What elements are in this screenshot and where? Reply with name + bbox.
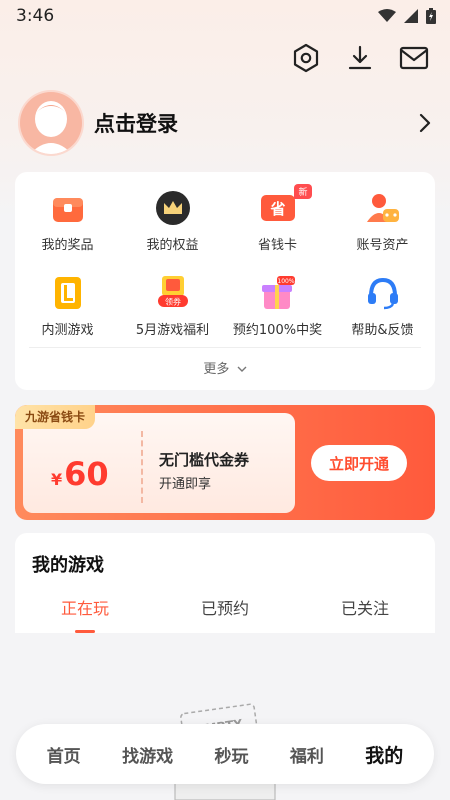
nav-instant-play[interactable]: 秒玩 [214, 742, 248, 767]
menu-item-label: 内测游戏 [41, 323, 94, 338]
games-tabs: 正在玩 已预约 已关注 [15, 595, 435, 633]
coupon-subtitle: 开通即享 [159, 477, 212, 492]
tab-followed[interactable]: 已关注 [295, 595, 435, 633]
menu-item-label: 我的奖品 [41, 238, 94, 253]
gift-box-icon: 100% [260, 275, 296, 311]
divider [29, 347, 421, 348]
chevron-down-icon [237, 366, 247, 372]
coupon-title: 无门槛代金券 [159, 451, 250, 469]
account-assets-icon [365, 190, 401, 226]
coupon-badge-text: 领券 [165, 297, 181, 307]
bottom-nav: 首页 找游戏 秒玩 福利 我的 [16, 724, 434, 784]
section-title: 我的游戏 [32, 555, 104, 576]
menu-item-label: 帮助&反馈 [351, 323, 414, 338]
nav-find-games[interactable]: 找游戏 [122, 742, 173, 767]
coupon-separator [141, 431, 143, 503]
prize-chest-icon [50, 190, 86, 226]
status-time: 3:46 [16, 6, 55, 26]
menu-item-label: 我的权益 [146, 238, 199, 253]
percent-badge-text: 100% [277, 278, 294, 285]
menu-item-save-card[interactable]: 省 新 省钱卡 [225, 184, 330, 275]
avatar[interactable] [20, 92, 82, 154]
menu-item-rights[interactable]: 我的权益 [120, 190, 225, 275]
default-avatar-icon [30, 101, 72, 154]
services-grid: 我的奖品 我的权益 省 新 省钱卡 账号资产 内测游戏 领券 5月游戏福利 10… [15, 172, 435, 360]
more-button[interactable]: 更多 [15, 358, 435, 377]
nav-mine[interactable]: 我的 [365, 741, 403, 768]
coupon-value: 60 [64, 455, 109, 493]
menu-item-prizes[interactable]: 我的奖品 [15, 190, 120, 275]
battery-icon [426, 8, 436, 24]
save-money-card-icon: 省 新 [260, 184, 312, 226]
currency-symbol: ¥ [51, 470, 63, 489]
mail-icon[interactable] [398, 42, 430, 74]
my-games-section: 我的游戏 正在玩 已预约 已关注 [15, 533, 435, 633]
wifi-icon [378, 9, 396, 22]
coupon-amount: ¥ 60 [51, 455, 109, 493]
chevron-right-icon[interactable] [415, 111, 435, 135]
menu-item-account-assets[interactable]: 账号资产 [330, 190, 435, 275]
menu-item-label: 账号资产 [356, 238, 409, 253]
tab-playing[interactable]: 正在玩 [15, 595, 155, 633]
login-row[interactable]: 点击登录 [20, 92, 435, 154]
coupon-gift-icon: 领券 [155, 275, 191, 311]
svg-text:省: 省 [269, 200, 285, 218]
menu-item-label: 5月游戏福利 [135, 323, 210, 338]
beta-game-icon [50, 275, 86, 311]
tab-reserved[interactable]: 已预约 [155, 595, 295, 633]
signal-icon [404, 9, 418, 23]
save-card-banner[interactable]: ¥ 60 无门槛代金券 开通即享 九游省钱卡 立即开通 [15, 405, 435, 520]
nav-benefits[interactable]: 福利 [290, 742, 324, 767]
more-label: 更多 [203, 362, 230, 377]
login-label[interactable]: 点击登录 [94, 108, 415, 138]
hexagon-settings-icon[interactable] [290, 42, 322, 74]
activate-now-button[interactable]: 立即开通 [311, 445, 407, 481]
header-actions [290, 42, 430, 74]
nav-home[interactable]: 首页 [47, 742, 81, 767]
services-card: 我的奖品 我的权益 省 新 省钱卡 账号资产 内测游戏 领券 5月游戏福利 10… [15, 172, 435, 390]
download-icon[interactable] [344, 42, 376, 74]
new-badge: 新 [294, 184, 312, 199]
status-bar: 3:46 [0, 0, 450, 32]
menu-item-label: 省钱卡 [257, 238, 297, 253]
menu-item-label: 预约100%中奖 [232, 323, 323, 338]
crown-icon [155, 190, 191, 226]
headset-icon [365, 275, 401, 311]
coupon-tag: 九游省钱卡 [15, 405, 96, 429]
